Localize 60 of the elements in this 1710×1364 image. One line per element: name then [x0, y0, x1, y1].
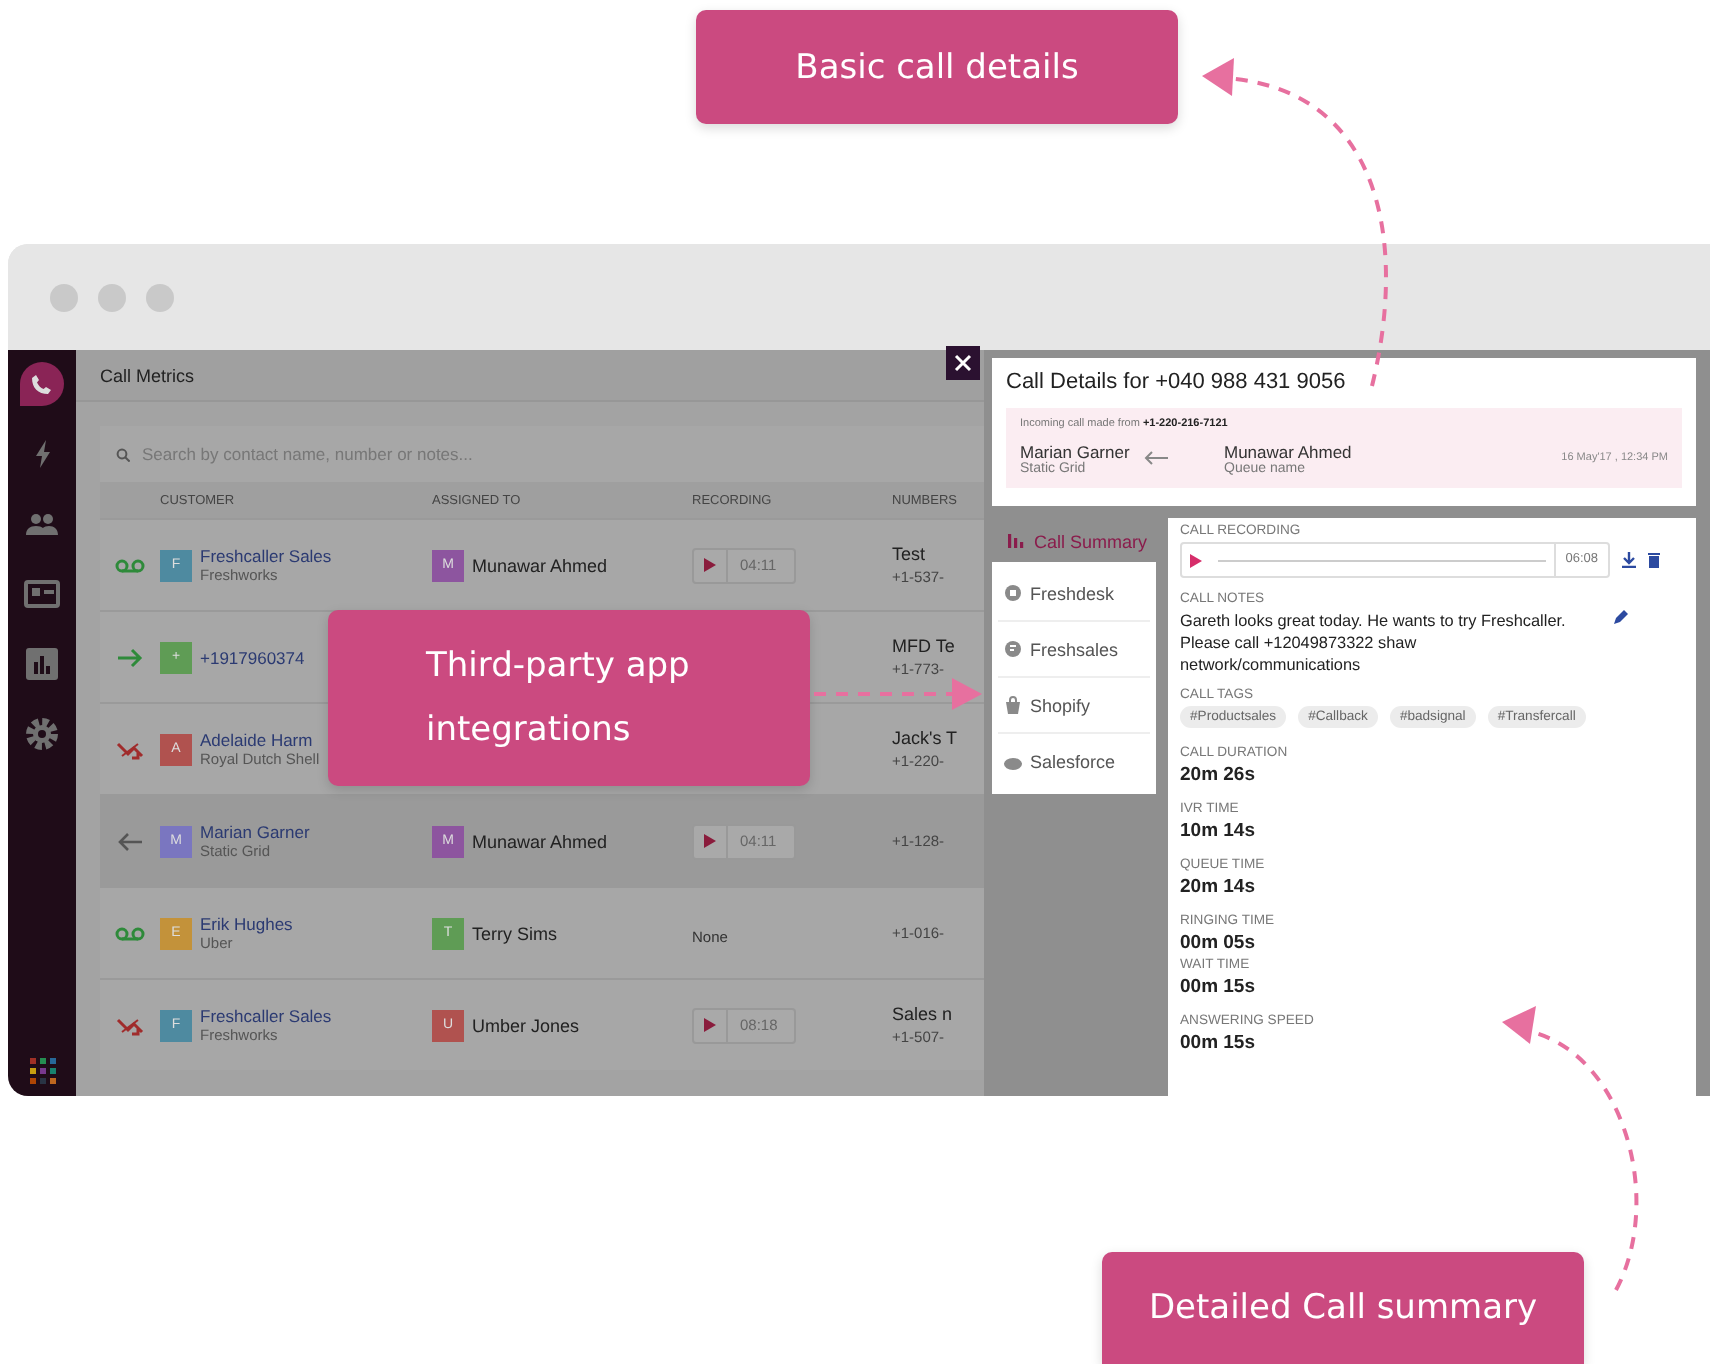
assignee-name: Terry Sims — [472, 923, 557, 943]
metric-value: 00m 05s — [1180, 932, 1258, 954]
metric-value: 00m 15s — [1180, 976, 1258, 998]
metric-value: 10m 14s — [1180, 820, 1258, 842]
details-title: Call Details for +040 988 431 9056 — [1006, 370, 1348, 394]
bar-chart-icon — [1008, 532, 1026, 550]
callout-tooltip: Detailed Call summary — [1102, 1252, 1584, 1364]
integration-tab[interactable]: Freshsales — [998, 622, 1150, 678]
assignee-name: Munawar Ahmed — [472, 831, 608, 851]
play-icon[interactable] — [704, 1018, 716, 1032]
left-arrow-icon — [114, 827, 146, 855]
callout-tooltip: Basic call details — [696, 10, 1178, 124]
people-icon — [26, 513, 58, 535]
integration-tab[interactable]: Salesforce — [998, 734, 1150, 790]
metric-value: 20m 14s — [1180, 876, 1258, 898]
window-control-dot[interactable] — [50, 283, 78, 311]
app-logo-icon — [1004, 640, 1022, 658]
play-icon[interactable] — [704, 558, 716, 572]
assignee-name: Munawar Ahmed — [472, 555, 608, 575]
pencil-icon[interactable] — [1612, 610, 1628, 626]
app-grid-icon[interactable] — [29, 1058, 55, 1084]
integration-tab[interactable]: Freshdesk — [998, 566, 1150, 622]
lightning-icon — [35, 440, 49, 468]
customer-name[interactable]: Freshcaller Sales — [200, 1006, 332, 1026]
caller-name: Marian Garner — [1020, 441, 1132, 461]
window-control-dot[interactable] — [146, 283, 174, 311]
assignee-name: Umber Jones — [472, 1015, 580, 1035]
customer-name[interactable]: Erik Hughes — [200, 914, 293, 934]
app-logo-icon — [1004, 584, 1022, 602]
number-label: Sales n — [892, 1004, 955, 1024]
close-icon[interactable] — [954, 354, 972, 372]
window-control-dot[interactable] — [98, 283, 126, 311]
customer-name[interactable]: +1917960374 — [200, 647, 305, 667]
phone-icon — [32, 373, 52, 395]
trash-icon[interactable] — [1648, 552, 1660, 568]
call-notes-text: Gareth looks great today. He wants to try Freshcaller. Please call +12049873322 shaw network/communications — [1180, 610, 1568, 676]
bar-chart-icon — [26, 648, 58, 680]
id-card-icon — [24, 580, 60, 608]
number-label: MFD Te — [892, 636, 957, 656]
metric-value: 00m 15s — [1180, 1032, 1258, 1054]
agent-name: Munawar Ahmed — [1224, 441, 1354, 461]
close-button[interactable] — [946, 346, 980, 380]
cloud-icon — [1004, 753, 1022, 771]
shopping-bag-icon — [1004, 696, 1022, 714]
search-icon — [116, 447, 130, 461]
number-label: Jack's T — [892, 728, 960, 748]
sidebar-item[interactable] — [20, 362, 64, 406]
right-arrow-icon — [114, 643, 146, 671]
customer-name[interactable]: Freshcaller Sales — [200, 546, 332, 566]
nav-tab[interactable]: Call Summary — [992, 518, 1156, 564]
play-icon[interactable] — [704, 834, 716, 848]
metric-value: 20m 26s — [1180, 764, 1258, 786]
number-label: Test — [892, 544, 928, 564]
customer-name[interactable]: Marian Garner — [200, 822, 310, 842]
left-arrow-icon — [1144, 450, 1168, 466]
download-icon[interactable] — [1622, 552, 1636, 568]
customer-name[interactable]: Adelaide Harm — [200, 730, 320, 750]
settings-icon — [26, 718, 58, 750]
callout-tooltip: Third-party app integrations — [328, 610, 810, 786]
integration-tab[interactable]: Shopify — [998, 678, 1150, 734]
